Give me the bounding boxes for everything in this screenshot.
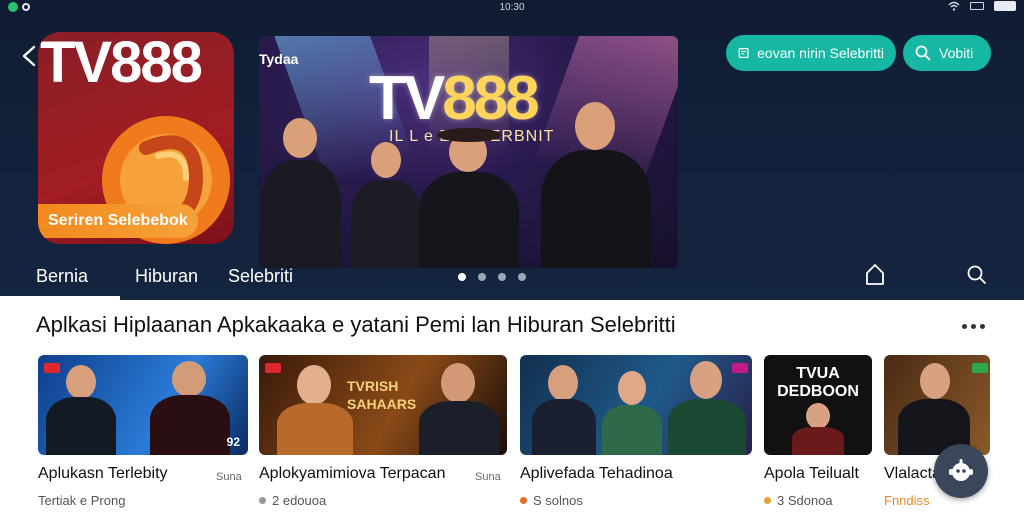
celebrity-figure: [898, 363, 970, 455]
card-subtitle-text: S solnos: [533, 493, 583, 508]
banner-corner-label: Tydaa: [259, 51, 299, 67]
card-subtitle-text: Tertiak e Prong: [38, 493, 126, 508]
robot-assistant-icon: [949, 459, 973, 481]
celebrity-figure: [532, 365, 596, 455]
carousel-dot[interactable]: [478, 273, 486, 281]
status-bar: 10:30: [0, 0, 1024, 16]
tab-bernia[interactable]: Bernia: [36, 266, 88, 287]
more-options-button[interactable]: [962, 318, 990, 334]
banner-title: TV888: [369, 68, 540, 130]
card-subtitle-text: Fnndiss: [884, 493, 930, 508]
card-side-label: Suna: [475, 471, 501, 483]
signal-icon: [994, 1, 1016, 11]
featured-banner[interactable]: Tydaa TV888 IL L e E A RIERBNIT: [259, 36, 678, 268]
banner-title-a: TV: [369, 64, 445, 133]
card-subtitle: 3 Sdonoa: [764, 493, 833, 508]
app-card[interactable]: Aplivefada Tehadinoa S solnos: [520, 355, 752, 508]
card-thumbnail: [884, 355, 990, 455]
search-label: Vobiti: [939, 45, 974, 61]
card-thumbnail: [520, 355, 752, 455]
section-title: Aplkasi Hiplaanan Apkakaaka e yatani Pem…: [36, 312, 676, 337]
rating-dot-icon: [764, 497, 771, 504]
status-right: [948, 1, 1016, 11]
celebrity-news-label: eovan nirin Selebritti: [757, 45, 884, 61]
battery-icon: [970, 2, 984, 10]
notification-bell-icon[interactable]: [862, 262, 888, 288]
thumb-title-text: TVUA DEDBOON: [777, 365, 859, 400]
carousel-indicators: [458, 273, 526, 281]
celebrity-figure: [277, 365, 353, 455]
card-subtitle: 2 edouoa: [259, 493, 326, 508]
app-card[interactable]: TVUA DEDBOON Apola Teilualt 3 Sdonoa: [764, 355, 872, 508]
celebrity-figure: [261, 118, 341, 268]
card-title: Vlalacta: [884, 465, 941, 482]
live-badge: [972, 363, 988, 373]
search-button[interactable]: Vobiti: [903, 35, 991, 71]
card-subtitle: Fnndiss: [884, 493, 930, 508]
card-title: Aplukasn Terlebity: [38, 465, 168, 482]
assistant-fab-button[interactable]: [934, 444, 988, 498]
celebrity-figure: [46, 365, 116, 455]
card-thumbnail: 92: [38, 355, 248, 455]
app-logo: TV888 Seriren Selebebok: [38, 32, 234, 244]
card-thumbnail: TVRISH SAHAARS: [259, 355, 507, 455]
card-subtitle: S solnos: [520, 493, 583, 508]
carousel-dot[interactable]: [518, 273, 526, 281]
app-card[interactable]: TVRISH SAHAARS Aplokyamimiova Terpacan S…: [259, 355, 507, 508]
card-thumbnail: TVUA DEDBOON: [764, 355, 872, 455]
logo-text: TV888: [40, 32, 203, 95]
celebrity-figure: [419, 363, 499, 455]
card-subtitle-text: 2 edouoa: [272, 493, 327, 508]
document-icon: [738, 48, 749, 58]
card-title: Aplokyamimiova Terpacan: [259, 465, 446, 482]
celebrity-figure: [541, 102, 651, 268]
logo-tagline: Seriren Selebebok: [38, 204, 198, 238]
card-subtitle-text: 3 Sdonoa: [777, 493, 833, 508]
chevron-left-icon: [22, 45, 36, 67]
hero-area: 10:30 TV888 Seriren Selebebok Tydaa TV88…: [0, 0, 1024, 300]
search-icon[interactable]: [964, 262, 990, 288]
celebrity-figure: [150, 361, 230, 455]
card-meta: 92: [226, 435, 240, 449]
app-card[interactable]: Vlalacta Fnndiss: [884, 355, 990, 508]
tab-selebriti[interactable]: Selebriti: [228, 266, 293, 287]
app-screen: 10:30 TV888 Seriren Selebebok Tydaa TV88…: [0, 0, 1024, 512]
rating-dot-icon: [259, 497, 266, 504]
card-side-label: Suna: [216, 471, 242, 483]
active-tab-indicator: [0, 296, 120, 300]
status-time: 10:30: [499, 2, 525, 13]
card-title: Apola Teilualt: [764, 465, 859, 482]
rating-dot-icon: [520, 497, 527, 504]
card-title: Aplivefada Tehadinoa: [520, 465, 673, 482]
wifi-icon: [948, 1, 960, 11]
celebrity-figure: [351, 142, 421, 268]
celebrity-figure: [602, 371, 662, 455]
celebrity-figure: [419, 128, 519, 268]
tab-hiburan[interactable]: Hiburan: [135, 266, 198, 287]
carousel-dot[interactable]: [498, 273, 506, 281]
app-card[interactable]: 92 Aplukasn Terlebity Suna Tertiak e Pro…: [38, 355, 248, 508]
card-subtitle: Tertiak e Prong: [38, 493, 125, 508]
celebrity-figure: [792, 403, 844, 455]
search-icon: [915, 45, 931, 61]
banner-title-b: 888: [442, 64, 539, 133]
carousel-dot[interactable]: [458, 273, 466, 281]
celebrity-figure: [668, 361, 746, 455]
celebrity-news-button[interactable]: eovan nirin Selebritti: [726, 35, 896, 71]
